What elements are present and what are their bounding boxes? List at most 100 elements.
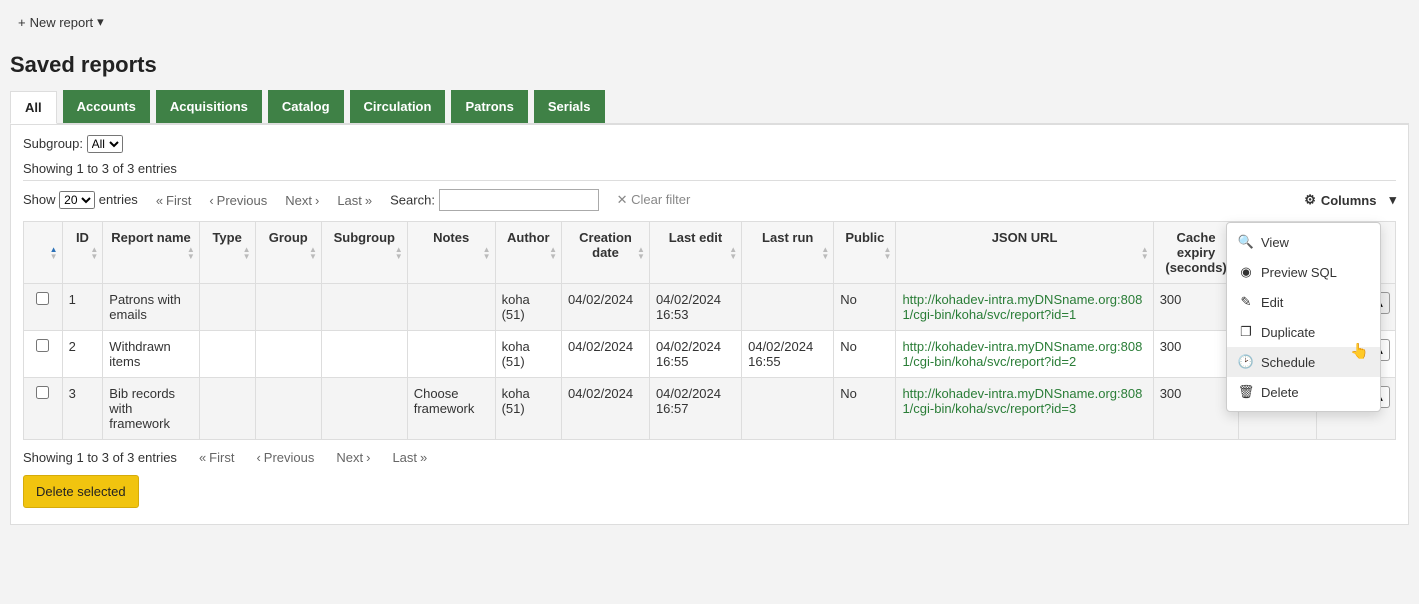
entries-label: entries: [99, 192, 138, 207]
delete-selected-button[interactable]: Delete selected: [23, 475, 139, 508]
th-group[interactable]: Group▲▼: [255, 222, 321, 284]
tab-all[interactable]: All: [10, 91, 57, 124]
json-url-link[interactable]: http://kohadev-intra.myDNSname.org:8081/…: [902, 386, 1142, 416]
th-report-name[interactable]: Report name▲▼: [103, 222, 199, 284]
show-entries-select[interactable]: 20: [59, 191, 95, 209]
subgroup-select[interactable]: All: [87, 135, 123, 153]
search-icon: 🔍: [1239, 234, 1253, 250]
th-creation-date[interactable]: Creation date▲▼: [562, 222, 650, 284]
th-author[interactable]: Author▲▼: [495, 222, 561, 284]
copy-icon: ❐: [1239, 324, 1253, 340]
chevron-right-icon: ›: [366, 450, 370, 465]
cell-ledit: 04/02/2024 16:57: [649, 378, 741, 440]
table-row: 3 Bib records with framework Choose fram…: [24, 378, 1396, 440]
menu-edit[interactable]: ✎Edit: [1227, 287, 1380, 317]
search-label: Search:: [390, 193, 435, 208]
columns-button[interactable]: ⚙ Columns ▾: [1304, 192, 1396, 208]
first-page-link-bottom[interactable]: «First: [199, 450, 235, 465]
th-public[interactable]: Public▲▼: [834, 222, 896, 284]
chevron-left-icon: ‹: [209, 193, 213, 208]
cell-cdate: 04/02/2024: [562, 378, 650, 440]
chevron-left-icon: ‹: [256, 450, 260, 465]
cell-id: 3: [62, 378, 103, 440]
plus-icon: +: [18, 15, 26, 30]
th-notes[interactable]: Notes▲▼: [407, 222, 495, 284]
menu-delete[interactable]: 🗑Delete: [1227, 377, 1380, 407]
th-select[interactable]: ▲▼: [24, 222, 63, 284]
cell-subgroup: [321, 378, 407, 440]
cell-lrun: [742, 378, 834, 440]
cell-id: 1: [62, 284, 103, 331]
page-title: Saved reports: [10, 52, 1409, 78]
cell-ledit: 04/02/2024 16:55: [649, 331, 741, 378]
cell-cdate: 04/02/2024: [562, 284, 650, 331]
th-subgroup[interactable]: Subgroup▲▼: [321, 222, 407, 284]
cell-name: Patrons with emails: [103, 284, 199, 331]
caret-down-icon: ▾: [1389, 192, 1396, 208]
trash-icon: 🗑: [1239, 384, 1253, 400]
cell-notes: [407, 284, 495, 331]
th-last-edit[interactable]: Last edit▲▼: [649, 222, 741, 284]
cell-subgroup: [321, 331, 407, 378]
search-input[interactable]: [439, 189, 599, 211]
menu-duplicate[interactable]: ❐Duplicate: [1227, 317, 1380, 347]
cell-author: koha (51): [495, 331, 561, 378]
gear-icon: ⚙: [1304, 192, 1316, 208]
last-page-link[interactable]: Last »: [337, 193, 372, 208]
th-last-run[interactable]: Last run▲▼: [742, 222, 834, 284]
tab-catalog[interactable]: Catalog: [268, 90, 344, 123]
tab-accounts[interactable]: Accounts: [63, 90, 150, 123]
row-checkbox[interactable]: [36, 339, 49, 352]
th-id[interactable]: ID▲▼: [62, 222, 103, 284]
cell-group: [255, 378, 321, 440]
eye-icon: ◉: [1239, 264, 1253, 280]
cell-author: koha (51): [495, 284, 561, 331]
tab-acquisitions[interactable]: Acquisitions: [156, 90, 262, 123]
tab-patrons[interactable]: Patrons: [451, 90, 527, 123]
cell-public: No: [834, 284, 896, 331]
cell-subgroup: [321, 284, 407, 331]
cell-notes: Choose framework: [407, 378, 495, 440]
cell-name: Withdrawn items: [103, 331, 199, 378]
double-chevron-left-icon: «: [156, 193, 163, 208]
cell-notes: [407, 331, 495, 378]
show-label: Show: [23, 192, 56, 207]
x-icon: ✕: [617, 192, 628, 207]
table-row: 2 Withdrawn items koha (51) 04/02/2024 0…: [24, 331, 1396, 378]
subgroup-label: Subgroup:: [23, 136, 83, 151]
last-page-link-bottom[interactable]: Last »: [392, 450, 427, 465]
cell-type: [199, 331, 255, 378]
cell-cdate: 04/02/2024: [562, 331, 650, 378]
double-chevron-left-icon: «: [199, 450, 206, 465]
new-report-label: New report: [30, 15, 94, 30]
prev-page-link[interactable]: ‹ Previous: [209, 193, 267, 208]
double-chevron-right-icon: »: [420, 450, 427, 465]
clock-icon: 🕑: [1239, 354, 1253, 370]
menu-preview-sql[interactable]: ◉Preview SQL: [1227, 257, 1380, 287]
json-url-link[interactable]: http://kohadev-intra.myDNSname.org:8081/…: [902, 339, 1142, 369]
tab-circulation[interactable]: Circulation: [350, 90, 446, 123]
chevron-right-icon: ›: [315, 193, 319, 208]
cell-public: No: [834, 331, 896, 378]
divider: [23, 180, 1396, 181]
pencil-icon: ✎: [1239, 294, 1253, 310]
cell-author: koha (51): [495, 378, 561, 440]
th-json-url[interactable]: JSON URL▲▼: [896, 222, 1153, 284]
next-page-link[interactable]: Next ›: [285, 193, 319, 208]
json-url-link[interactable]: http://kohadev-intra.myDNSname.org:8081/…: [902, 292, 1142, 322]
new-report-button[interactable]: + New report ▾: [10, 10, 112, 34]
th-type[interactable]: Type▲▼: [199, 222, 255, 284]
first-page-link[interactable]: «First: [156, 193, 192, 208]
row-checkbox[interactable]: [36, 292, 49, 305]
cell-type: [199, 284, 255, 331]
row-checkbox[interactable]: [36, 386, 49, 399]
menu-schedule[interactable]: 🕑Schedule: [1227, 347, 1380, 377]
cell-id: 2: [62, 331, 103, 378]
clear-filter-link[interactable]: ✕ Clear filter: [617, 192, 691, 208]
prev-page-link-bottom[interactable]: ‹ Previous: [256, 450, 314, 465]
showing-text-bottom: Showing 1 to 3 of 3 entries: [23, 450, 177, 465]
tab-serials[interactable]: Serials: [534, 90, 605, 123]
next-page-link-bottom[interactable]: Next ›: [336, 450, 370, 465]
menu-view[interactable]: 🔍View: [1227, 227, 1380, 257]
table-row: 1 Patrons with emails koha (51) 04/02/20…: [24, 284, 1396, 331]
